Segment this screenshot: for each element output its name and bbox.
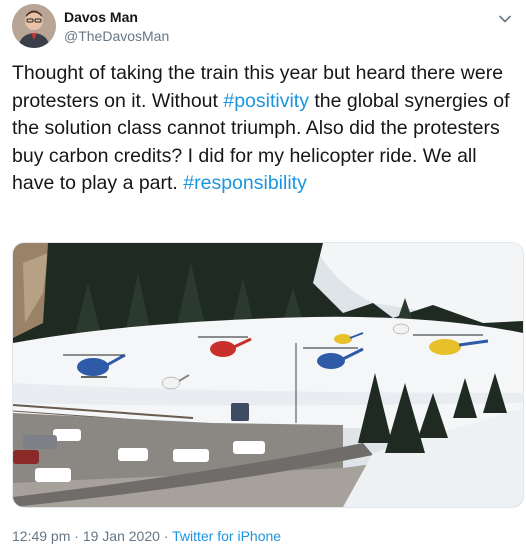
tweet-source-link[interactable]: Twitter for iPhone [172, 528, 281, 544]
chevron-down-icon[interactable] [496, 10, 514, 28]
tweet-photo[interactable] [12, 242, 524, 508]
tweet-time[interactable]: 12:49 pm [12, 528, 70, 544]
helipad-photo [13, 243, 523, 507]
avatar-image [12, 4, 56, 48]
author-handle[interactable]: @TheDavosMan [64, 28, 169, 44]
tweet-meta: 12:49 pm · 19 Jan 2020 · Twitter for iPh… [12, 528, 281, 544]
meta-separator: · [159, 528, 173, 544]
hashtag-positivity-link[interactable]: #positivity [223, 90, 309, 112]
author-display-name[interactable]: Davos Man [64, 9, 138, 25]
avatar[interactable] [12, 4, 56, 48]
tweet: Davos Man @TheDavosMan Thought of taking… [0, 0, 526, 549]
hashtag-responsibility-link[interactable]: #responsibility [183, 172, 307, 194]
tweet-text: Thought of taking the train this year bu… [12, 60, 512, 198]
meta-separator: · [70, 528, 83, 544]
tweet-date[interactable]: 19 Jan 2020 [83, 528, 160, 544]
